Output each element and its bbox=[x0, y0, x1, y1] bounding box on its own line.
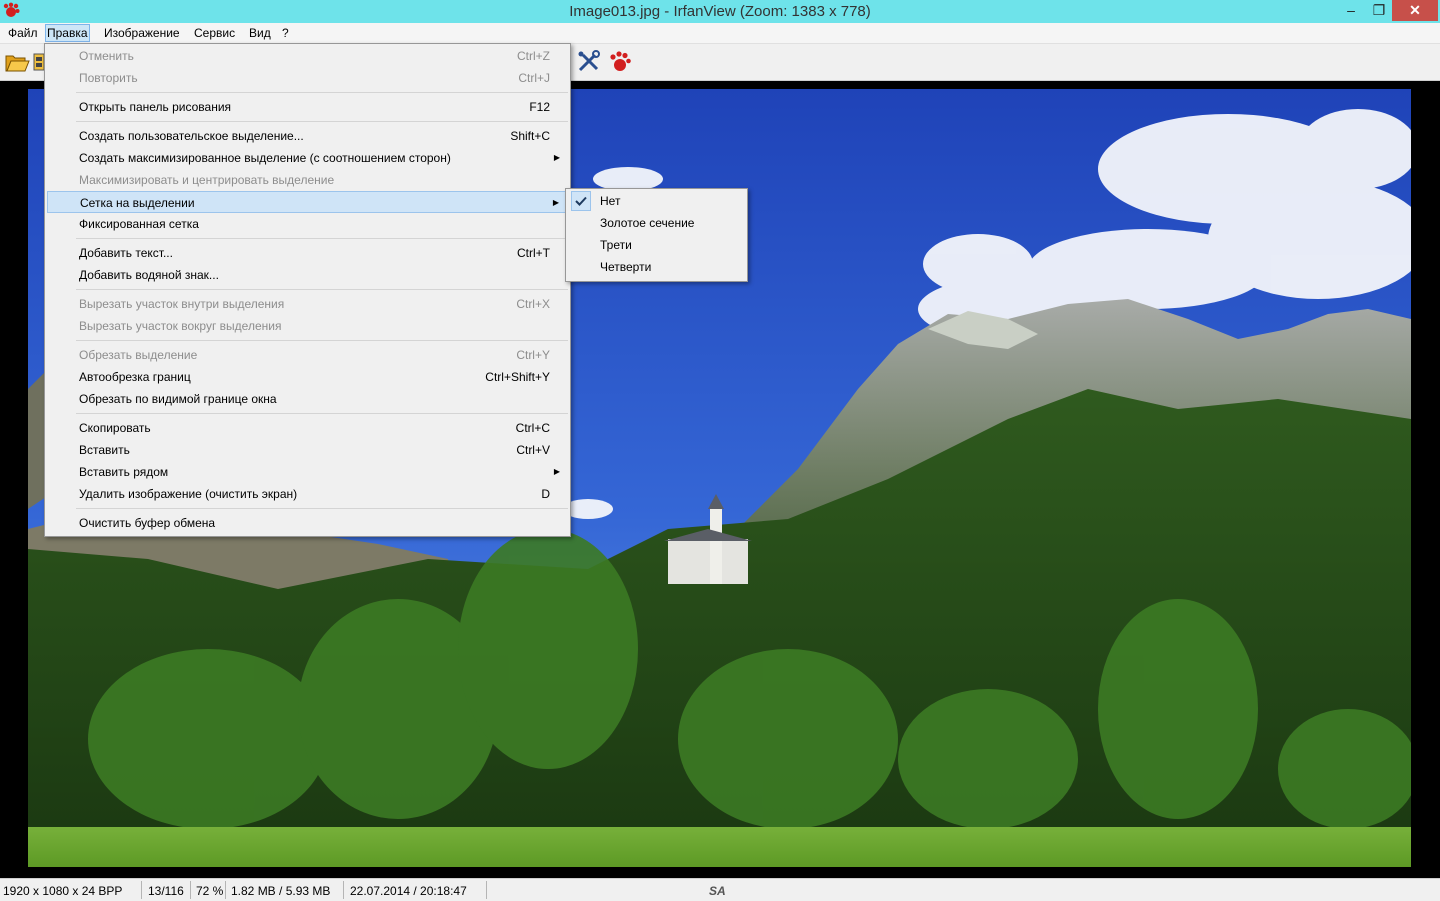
menu-separator bbox=[76, 92, 568, 93]
status-separator bbox=[225, 881, 226, 899]
menu-help[interactable]: ? bbox=[281, 25, 290, 41]
menu-bar: Файл Правка Изображение Сервис Вид ? bbox=[0, 23, 1440, 44]
menu-item-crop-selection[interactable]: Обрезать выделение Ctrl+Y bbox=[47, 344, 568, 366]
status-zoom: 72 % bbox=[196, 884, 224, 898]
menu-edit[interactable]: Правка bbox=[45, 24, 90, 42]
menu-item-label: Очистить буфер обмена bbox=[79, 516, 216, 530]
menu-item-label: Создать пользовательское выделение... bbox=[79, 129, 304, 143]
status-separator bbox=[343, 881, 344, 899]
menu-item-shortcut: Ctrl+T bbox=[517, 246, 550, 260]
menu-image[interactable]: Изображение bbox=[103, 25, 181, 41]
submenu-item-label: Трети bbox=[600, 238, 632, 252]
menu-item-label: Вырезать участок вокруг выделения bbox=[79, 319, 282, 333]
status-image-index: 13/116 bbox=[148, 884, 184, 898]
menu-item-copy[interactable]: Скопировать Ctrl+C bbox=[47, 417, 568, 439]
menu-separator bbox=[76, 238, 568, 239]
status-bar: 1920 x 1080 x 24 BPP 13/116 72 % 1.82 MB… bbox=[0, 878, 1440, 901]
status-image-dimensions: 1920 x 1080 x 24 BPP bbox=[3, 884, 123, 898]
menu-separator bbox=[76, 413, 568, 414]
menu-item-shortcut: Ctrl+V bbox=[516, 443, 550, 457]
menu-item-shortcut: Ctrl+X bbox=[516, 297, 550, 311]
submenu-item-thirds[interactable]: Трети bbox=[568, 234, 745, 256]
submenu-arrow-icon: ▶ bbox=[553, 467, 560, 476]
menu-item-maximized-selection[interactable]: Создать максимизированное выделение (с с… bbox=[47, 147, 568, 169]
maximize-button[interactable]: ❐ bbox=[1364, 0, 1394, 21]
status-separator bbox=[141, 881, 142, 899]
menu-item-label: Вставить bbox=[79, 443, 130, 457]
submenu-arrow-icon: ▶ bbox=[552, 198, 559, 207]
menu-item-label: Отменить bbox=[79, 49, 134, 63]
menu-item-label: Автообрезка границ bbox=[79, 370, 191, 384]
menu-item-shortcut: Ctrl+J bbox=[518, 71, 550, 85]
edit-menu: Отменить Ctrl+Z Повторить Ctrl+J Открыть… bbox=[44, 43, 571, 537]
menu-item-cut-outside-selection[interactable]: Вырезать участок вокруг выделения bbox=[47, 315, 568, 337]
menu-item-label: Удалить изображение (очистить экран) bbox=[79, 487, 298, 501]
menu-separator bbox=[76, 340, 568, 341]
submenu-item-label: Золотое сечение bbox=[600, 216, 695, 230]
menu-item-auto-crop-borders[interactable]: Автообрезка границ Ctrl+Shift+Y bbox=[47, 366, 568, 388]
menu-separator bbox=[76, 121, 568, 122]
menu-item-paste-special[interactable]: Вставить рядом ▶ bbox=[47, 461, 568, 483]
menu-item-label: Добавить водяной знак... bbox=[79, 268, 219, 282]
irfanview-paws-icon[interactable] bbox=[606, 48, 634, 76]
menu-item-add-watermark[interactable]: Добавить водяной знак... bbox=[47, 264, 568, 286]
status-separator bbox=[486, 881, 487, 899]
status-badge: SA bbox=[709, 884, 726, 898]
menu-item-label: Добавить текст... bbox=[79, 246, 173, 260]
menu-separator bbox=[76, 508, 568, 509]
submenu-item-label: Четверти bbox=[600, 260, 652, 274]
menu-item-open-paint-panel[interactable]: Открыть панель рисования F12 bbox=[47, 96, 568, 118]
menu-item-shortcut: Ctrl+C bbox=[515, 421, 550, 435]
menu-item-cut-inside-selection[interactable]: Вырезать участок внутри выделения Ctrl+X bbox=[47, 293, 568, 315]
menu-item-label: Открыть панель рисования bbox=[79, 100, 232, 114]
status-file-size: 1.82 MB / 5.93 MB bbox=[231, 884, 331, 898]
submenu-item-none[interactable]: Нет bbox=[568, 190, 745, 212]
menu-item-label: Обрезать по видимой границе окна bbox=[79, 392, 277, 406]
menu-view[interactable]: Вид bbox=[248, 25, 272, 41]
menu-item-fixed-grid[interactable]: Фиксированная сетка bbox=[47, 213, 568, 235]
minimize-button[interactable]: ‒ bbox=[1336, 0, 1366, 21]
menu-item-shortcut: F12 bbox=[529, 100, 550, 114]
menu-item-add-text[interactable]: Добавить текст... Ctrl+T bbox=[47, 242, 568, 264]
checkmark-icon bbox=[571, 191, 591, 211]
open-folder-icon[interactable] bbox=[3, 48, 31, 76]
menu-item-redo[interactable]: Повторить Ctrl+J bbox=[47, 67, 568, 89]
menu-file[interactable]: Файл bbox=[7, 25, 39, 41]
menu-tools[interactable]: Сервис bbox=[193, 25, 236, 41]
menu-item-label: Фиксированная сетка bbox=[79, 217, 199, 231]
menu-item-maximize-center-selection[interactable]: Максимизировать и центрировать выделение bbox=[47, 169, 568, 191]
menu-item-shortcut: D bbox=[541, 487, 550, 501]
menu-item-label: Повторить bbox=[79, 71, 138, 85]
menu-item-shortcut: Ctrl+Y bbox=[516, 348, 550, 362]
submenu-item-quarters[interactable]: Четверти bbox=[568, 256, 745, 278]
menu-item-shortcut: Ctrl+Z bbox=[517, 49, 550, 63]
menu-item-paste[interactable]: Вставить Ctrl+V bbox=[47, 439, 568, 461]
menu-item-selection-grid[interactable]: Сетка на выделении ▶ bbox=[47, 191, 568, 213]
menu-item-custom-selection[interactable]: Создать пользовательское выделение... Sh… bbox=[47, 125, 568, 147]
menu-separator bbox=[76, 289, 568, 290]
title-bar: Image013.jpg - IrfanView (Zoom: 1383 x 7… bbox=[0, 0, 1440, 23]
status-datetime: 22.07.2014 / 20:18:47 bbox=[350, 884, 467, 898]
menu-item-clear-clipboard[interactable]: Очистить буфер обмена bbox=[47, 512, 568, 534]
menu-item-shortcut: Shift+C bbox=[510, 129, 550, 143]
menu-item-label: Вырезать участок внутри выделения bbox=[79, 297, 285, 311]
menu-item-shortcut: Ctrl+Shift+Y bbox=[485, 370, 550, 384]
menu-item-label: Сетка на выделении bbox=[80, 196, 195, 210]
submenu-item-label: Нет bbox=[600, 194, 621, 208]
menu-item-label: Создать максимизированное выделение (с с… bbox=[79, 151, 451, 165]
settings-tools-icon[interactable] bbox=[575, 48, 603, 76]
menu-item-label: Вставить рядом bbox=[79, 465, 169, 479]
close-button[interactable]: ✕ bbox=[1392, 0, 1438, 21]
menu-item-label: Максимизировать и центрировать выделение bbox=[79, 173, 335, 187]
menu-item-label: Обрезать выделение bbox=[79, 348, 198, 362]
menu-item-delete-image[interactable]: Удалить изображение (очистить экран) D bbox=[47, 483, 568, 505]
submenu-arrow-icon: ▶ bbox=[553, 153, 560, 162]
window-title: Image013.jpg - IrfanView (Zoom: 1383 x 7… bbox=[569, 3, 871, 20]
status-separator bbox=[190, 881, 191, 899]
grid-submenu: Нет Золотое сечение Трети Четверти bbox=[565, 188, 748, 282]
menu-item-crop-visible-area[interactable]: Обрезать по видимой границе окна bbox=[47, 388, 568, 410]
menu-item-label: Скопировать bbox=[79, 421, 151, 435]
menu-item-undo[interactable]: Отменить Ctrl+Z bbox=[47, 45, 568, 67]
submenu-item-golden-ratio[interactable]: Золотое сечение bbox=[568, 212, 745, 234]
